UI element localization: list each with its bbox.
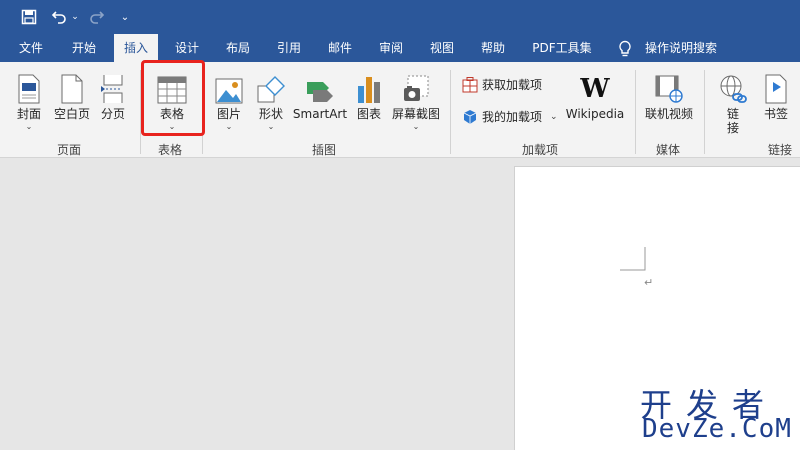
store-icon <box>462 76 478 93</box>
addin-cube-icon <box>462 109 478 125</box>
title-bar: ⌄ ⌄ <box>0 0 800 34</box>
blank-page-button[interactable]: 空白页 <box>52 70 92 121</box>
chart-button[interactable]: 图表 <box>352 70 386 121</box>
smartart-icon <box>305 70 335 104</box>
chevron-down-icon: ⌄ <box>412 122 420 131</box>
margin-corner-mark <box>620 247 646 271</box>
tab-references[interactable]: 引用 <box>268 34 310 62</box>
chevron-down-icon: ⌄ <box>267 122 275 131</box>
cover-page-icon <box>17 70 41 104</box>
group-separator <box>635 70 636 154</box>
my-addins-button[interactable]: 我的加载项 ⌄ <box>462 108 558 125</box>
tab-layout[interactable]: 布局 <box>217 34 259 62</box>
link-globe-icon <box>719 70 747 104</box>
blank-page-icon <box>60 70 84 104</box>
group-label-addins: 加载项 <box>522 143 559 157</box>
smartart-button[interactable]: SmartArt <box>292 70 348 121</box>
group-label-illustrations: 插图 <box>312 143 337 157</box>
watermark-domain: DevZe.CoM <box>642 414 792 444</box>
save-icon[interactable] <box>18 0 40 34</box>
tab-design[interactable]: 设计 <box>166 34 208 62</box>
cover-page-button[interactable]: 封面 ⌄ <box>12 70 46 132</box>
chevron-down-icon: ⌄ <box>225 122 233 131</box>
chevron-down-icon: ⌄ <box>550 111 558 122</box>
bookmark-button[interactable]: 书签 <box>758 70 794 121</box>
chart-icon <box>356 70 382 104</box>
lightbulb-icon[interactable] <box>617 40 633 58</box>
customize-quick-access-icon[interactable]: ⌄ <box>118 0 132 34</box>
group-separator <box>450 70 451 154</box>
paragraph-mark: ↵ <box>644 276 654 289</box>
page-break-button[interactable]: 分页 <box>96 70 130 121</box>
tab-home[interactable]: 开始 <box>62 34 106 62</box>
link-button[interactable]: 链接 <box>714 70 752 135</box>
tab-help[interactable]: 帮助 <box>472 34 514 62</box>
tab-insert[interactable]: 插入 <box>114 34 158 62</box>
wikipedia-button[interactable]: W Wikipedia <box>564 70 626 121</box>
tab-mailings[interactable]: 邮件 <box>319 34 361 62</box>
shapes-button[interactable]: 形状 ⌄ <box>254 70 288 132</box>
page-break-icon <box>100 70 126 104</box>
shapes-icon <box>256 70 286 104</box>
pictures-button[interactable]: 图片 ⌄ <box>212 70 246 132</box>
undo-dropdown-icon[interactable]: ⌄ <box>70 0 80 34</box>
tab-review[interactable]: 审阅 <box>370 34 412 62</box>
online-video-icon <box>654 70 684 104</box>
chevron-down-icon: ⌄ <box>25 122 33 131</box>
group-label-media: 媒体 <box>656 143 681 157</box>
tab-pdf-tools[interactable]: PDF工具集 <box>524 34 600 62</box>
group-label-links: 链接 <box>768 143 793 157</box>
group-separator <box>704 70 705 154</box>
screenshot-button[interactable]: 屏幕截图 ⌄ <box>390 70 442 132</box>
screenshot-icon <box>402 70 430 104</box>
redo-icon[interactable] <box>86 0 108 34</box>
tab-file[interactable]: 文件 <box>10 34 52 62</box>
tell-me-search[interactable]: 操作说明搜索 <box>638 34 724 62</box>
group-label-pages: 页面 <box>57 143 82 157</box>
get-addins-button[interactable]: 获取加载项 <box>462 76 542 93</box>
ribbon: 封面 ⌄ 空白页 分页 页面 表格 ⌄ 表格 图片 ⌄ 形状 ⌄ SmartAr… <box>0 62 800 158</box>
bookmark-icon <box>764 70 788 104</box>
online-video-button[interactable]: 联机视频 <box>642 70 696 121</box>
group-label-tables: 表格 <box>158 143 183 157</box>
ribbon-tab-bar: 文件 开始 插入 设计 布局 引用 邮件 审阅 视图 帮助 PDF工具集 操作说… <box>0 34 800 62</box>
table-button-highlight <box>141 60 205 136</box>
wikipedia-icon: W <box>580 74 610 104</box>
picture-icon <box>215 70 243 104</box>
undo-icon[interactable] <box>48 0 70 34</box>
tab-view[interactable]: 视图 <box>421 34 463 62</box>
